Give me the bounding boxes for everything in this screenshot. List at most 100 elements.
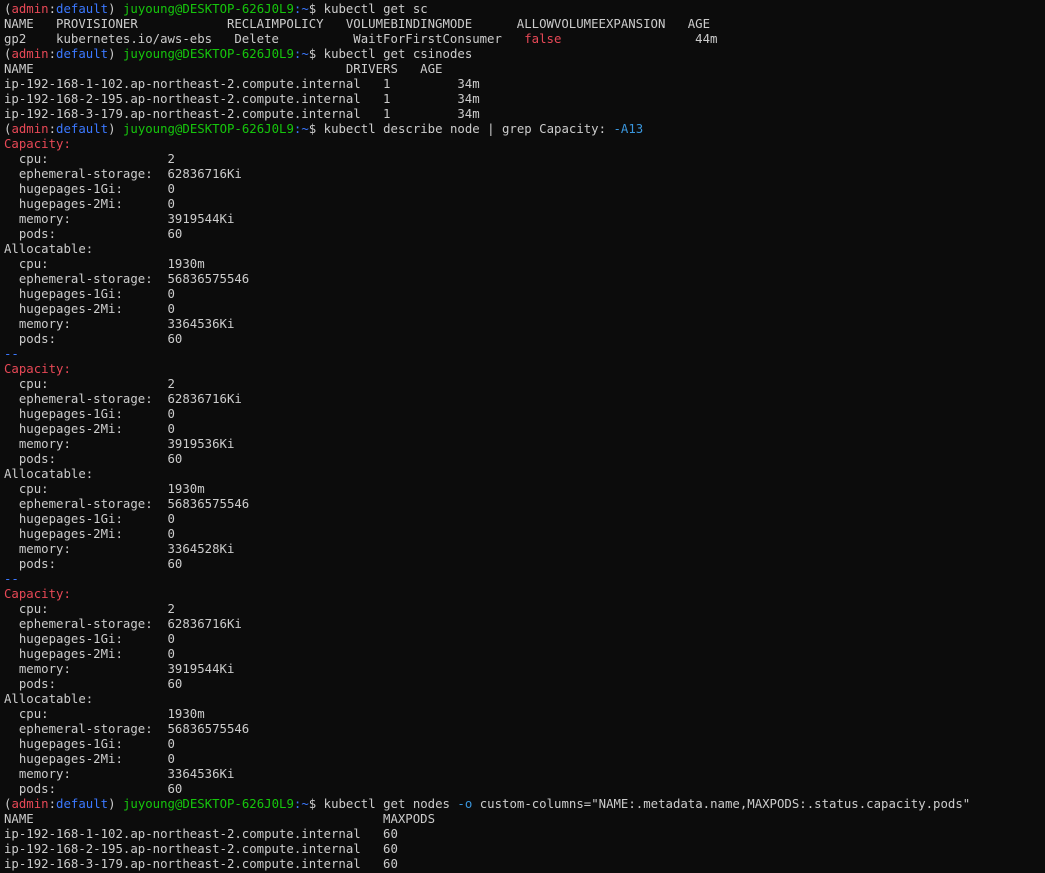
prompt-cwd: :~: [293, 122, 309, 136]
kube-context-user: admin: [11, 122, 49, 136]
output-text: pods: 60: [4, 782, 183, 796]
output-line: NAME PROVISIONER RECLAIMPOLICY VOLUMEBIN…: [4, 17, 1045, 32]
terminal-output[interactable]: (admin:default) juyoung@DESKTOP-626J0L9:…: [4, 2, 1045, 872]
prompt-symbol: $: [308, 47, 324, 61]
prompt-symbol: $: [308, 122, 324, 136]
output-text: pods: 60: [4, 227, 183, 241]
output-line: --: [4, 572, 1045, 587]
output-text: hugepages-1Gi: 0: [4, 737, 175, 751]
output-text: ephemeral-storage: 56836575546: [4, 722, 250, 736]
prompt-cwd: :~: [293, 797, 309, 811]
output-text: hugepages-1Gi: 0: [4, 512, 175, 526]
output-line: pods: 60: [4, 227, 1045, 242]
output-line: ephemeral-storage: 56836575546: [4, 272, 1045, 287]
kube-context-user: admin: [11, 2, 49, 16]
output-text: NAME MAXPODS: [4, 812, 436, 826]
command-text: kubectl get sc: [323, 2, 428, 16]
output-line: memory: 3364536Ki: [4, 317, 1045, 332]
output-line: hugepages-1Gi: 0: [4, 407, 1045, 422]
output-text: hugepages-2Mi: 0: [4, 197, 175, 211]
output-text: ip-192-168-3-179.ap-northeast-2.compute.…: [4, 107, 480, 121]
output-line: ip-192-168-3-179.ap-northeast-2.compute.…: [4, 857, 1045, 872]
output-text: hugepages-1Gi: 0: [4, 407, 175, 421]
output-line: gp2 kubernetes.io/aws-ebs Delete WaitFor…: [4, 32, 1045, 47]
output-line: Allocatable:: [4, 467, 1045, 482]
kube-context-namespace: default: [56, 2, 109, 16]
prompt-line: (admin:default) juyoung@DESKTOP-626J0L9:…: [4, 122, 1045, 137]
output-text: pods: 60: [4, 677, 183, 691]
output-line: Allocatable:: [4, 242, 1045, 257]
output-text: ephemeral-storage: 62836716Ki: [4, 392, 242, 406]
output-line: ephemeral-storage: 62836716Ki: [4, 392, 1045, 407]
command-text: -o: [457, 797, 473, 811]
prompt-bracket: ): [108, 122, 123, 136]
output-line: memory: 3919544Ki: [4, 212, 1045, 227]
output-text: ip-192-168-2-195.ap-northeast-2.compute.…: [4, 842, 398, 856]
output-line: ip-192-168-2-195.ap-northeast-2.compute.…: [4, 92, 1045, 107]
highlighted-text: false: [524, 32, 562, 46]
output-line: hugepages-2Mi: 0: [4, 422, 1045, 437]
output-text: ephemeral-storage: 56836575546: [4, 497, 250, 511]
output-text: hugepages-1Gi: 0: [4, 182, 175, 196]
highlighted-text: Capacity:: [4, 587, 71, 601]
output-text: ephemeral-storage: 56836575546: [4, 272, 250, 286]
output-line: memory: 3364528Ki: [4, 542, 1045, 557]
output-text: memory: 3364536Ki: [4, 317, 235, 331]
prompt-bracket: ): [108, 47, 123, 61]
output-text: cpu: 2: [4, 377, 175, 391]
output-line: hugepages-1Gi: 0: [4, 287, 1045, 302]
output-line: memory: 3919544Ki: [4, 662, 1045, 677]
prompt-bracket: :: [48, 2, 57, 16]
output-text: memory: 3919544Ki: [4, 212, 235, 226]
output-line: hugepages-2Mi: 0: [4, 647, 1045, 662]
output-text: NAME DRIVERS AGE: [4, 62, 443, 76]
prompt-user-host: juyoung@DESKTOP-626J0L9: [122, 122, 294, 136]
output-text: pods: 60: [4, 557, 183, 571]
output-line: NAME MAXPODS: [4, 812, 1045, 827]
output-text: ip-192-168-1-102.ap-northeast-2.compute.…: [4, 77, 480, 91]
command-text: kubectl get nodes: [323, 797, 458, 811]
output-text: Allocatable:: [4, 692, 94, 706]
output-text: hugepages-2Mi: 0: [4, 422, 175, 436]
output-text: hugepages-2Mi: 0: [4, 647, 175, 661]
output-line: cpu: 1930m: [4, 482, 1045, 497]
command-text: kubectl get csinodes: [323, 47, 473, 61]
output-text: gp2 kubernetes.io/aws-ebs Delete WaitFor…: [4, 32, 525, 46]
highlighted-text: Capacity:: [4, 362, 71, 376]
output-text: hugepages-1Gi: 0: [4, 632, 175, 646]
output-text: memory: 3919536Ki: [4, 437, 235, 451]
output-text: cpu: 1930m: [4, 257, 205, 271]
output-text: hugepages-2Mi: 0: [4, 302, 175, 316]
prompt-symbol: $: [308, 2, 324, 16]
output-text: memory: 3364528Ki: [4, 542, 235, 556]
output-text: ephemeral-storage: 62836716Ki: [4, 167, 242, 181]
output-text: cpu: 2: [4, 152, 175, 166]
output-text: NAME PROVISIONER RECLAIMPOLICY VOLUMEBIN…: [4, 17, 710, 31]
output-line: cpu: 1930m: [4, 257, 1045, 272]
output-text: 44m: [561, 32, 718, 46]
output-line: ephemeral-storage: 62836716Ki: [4, 167, 1045, 182]
grep-separator: --: [4, 572, 19, 586]
output-line: Capacity:: [4, 587, 1045, 602]
prompt-bracket: ): [108, 797, 123, 811]
output-text: cpu: 2: [4, 602, 175, 616]
output-line: memory: 3364536Ki: [4, 767, 1045, 782]
output-line: ip-192-168-3-179.ap-northeast-2.compute.…: [4, 107, 1045, 122]
prompt-user-host: juyoung@DESKTOP-626J0L9: [122, 2, 294, 16]
output-line: hugepages-1Gi: 0: [4, 632, 1045, 647]
output-line: pods: 60: [4, 677, 1045, 692]
output-line: pods: 60: [4, 782, 1045, 797]
output-line: --: [4, 347, 1045, 362]
grep-separator: --: [4, 347, 19, 361]
output-line: pods: 60: [4, 452, 1045, 467]
prompt-line: (admin:default) juyoung@DESKTOP-626J0L9:…: [4, 797, 1045, 812]
output-text: ip-192-168-3-179.ap-northeast-2.compute.…: [4, 857, 398, 871]
output-text: Allocatable:: [4, 242, 94, 256]
kube-context-user: admin: [11, 797, 49, 811]
output-line: ephemeral-storage: 56836575546: [4, 497, 1045, 512]
output-text: hugepages-1Gi: 0: [4, 287, 175, 301]
output-line: hugepages-2Mi: 0: [4, 752, 1045, 767]
output-line: hugepages-2Mi: 0: [4, 302, 1045, 317]
prompt-bracket: :: [48, 797, 57, 811]
output-line: hugepages-1Gi: 0: [4, 182, 1045, 197]
